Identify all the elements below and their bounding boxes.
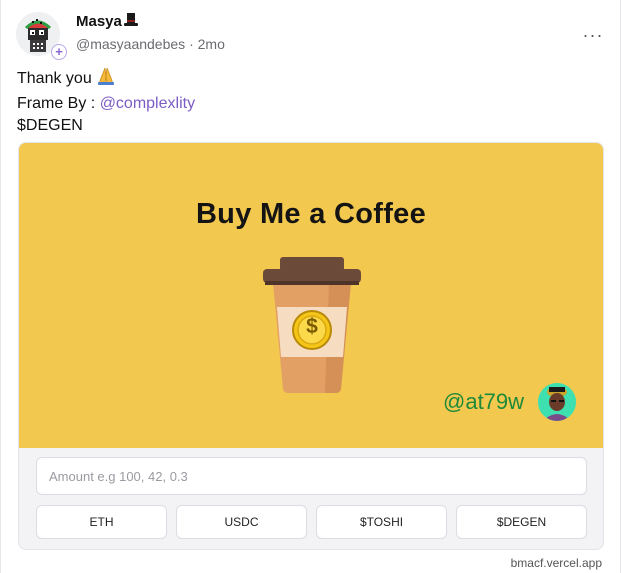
top-hat-icon [123, 12, 139, 32]
folded-hands-icon [96, 66, 116, 93]
cast-line-2: Frame By : @complexlity [17, 93, 195, 115]
more-options-button[interactable]: ··· [580, 26, 606, 48]
creator-handle: @at79w [443, 389, 525, 414]
frame-title: Buy Me a Coffee [195, 198, 427, 230]
usdc-button[interactable]: USDC [176, 505, 307, 539]
amount-input[interactable] [36, 457, 587, 495]
frame-embed: Buy Me a Coffee $ @at79w Amount e.g 100,… [18, 142, 604, 550]
eth-button[interactable]: ETH [36, 505, 167, 539]
author-handle[interactable]: @masyaandebes [76, 36, 185, 52]
cast-line-2-prefix: Frame By : [17, 95, 100, 112]
cast-line-1: Thank you [17, 66, 195, 93]
toshi-button[interactable]: $TOSHI [316, 505, 447, 539]
creator-avatar [538, 383, 576, 421]
degen-button[interactable]: $DEGEN [456, 505, 587, 539]
cast-line-3[interactable]: $DEGEN [17, 115, 195, 137]
cast-line-1-text: Thank you [17, 70, 92, 87]
coin-symbol: $ [306, 315, 318, 338]
cast-text: Thank you Frame By : @complexlity $DEGEN [17, 66, 195, 137]
follow-badge[interactable]: + [51, 44, 67, 60]
creator-portrait-icon [538, 383, 576, 421]
frame-domain-link[interactable]: bmacf.vercel.app [511, 556, 602, 570]
meta-separator: · [189, 36, 194, 52]
frame-image[interactable]: Buy Me a Coffee $ @at79w [19, 143, 603, 448]
author-name-row[interactable]: Masya [76, 12, 139, 32]
post-timestamp[interactable]: 2mo [198, 36, 225, 52]
author-display-name[interactable]: Masya [76, 13, 122, 30]
cast-card: + Masya @masyaandebes · 2mo ··· Thank yo… [0, 0, 621, 573]
author-meta: @masyaandebes · 2mo [76, 36, 225, 52]
coffee-cup-icon: $ [257, 257, 367, 402]
mention-link[interactable]: @complexlity [100, 95, 195, 112]
